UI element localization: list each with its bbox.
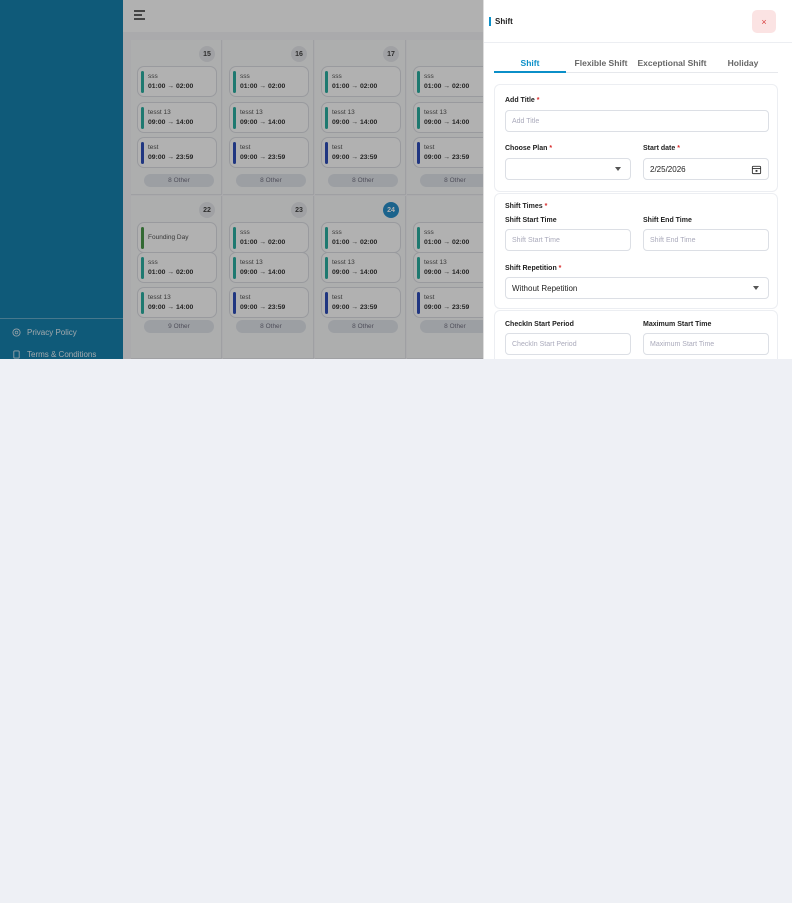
max-start-label: Maximum Start Time — [643, 321, 712, 328]
modal-backdrop[interactable] — [0, 0, 483, 359]
title-accent — [489, 17, 491, 26]
shift-times-label: Shift Times * — [505, 203, 548, 210]
repetition-select[interactable]: Without Repetition — [505, 277, 769, 299]
shift-end-label: Shift End Time — [643, 217, 692, 224]
close-button[interactable]: × — [752, 10, 776, 33]
choose-plan-select[interactable] — [505, 158, 631, 180]
shift-drawer: Shift × Shift Flexible Shift Exceptional… — [483, 0, 792, 359]
start-date-input[interactable]: 2/25/2026 — [643, 158, 769, 180]
max-start-input[interactable]: Maximum Start Time — [643, 333, 769, 355]
chevron-down-icon — [753, 286, 759, 290]
drawer-title: Shift — [495, 17, 513, 26]
calendar-icon[interactable] — [751, 164, 762, 175]
repetition-label: Shift Repetition * — [505, 265, 562, 272]
tab-flexible-shift[interactable]: Flexible Shift — [566, 58, 636, 68]
app-window: Privacy Policy Terms & Conditions 15 sss 0… — [0, 0, 792, 359]
checkin-input[interactable]: CheckIn Start Period — [505, 333, 631, 355]
shift-times-card: Shift Times * Shift Start Time Shift Sta… — [494, 193, 778, 309]
active-tab-indicator — [494, 71, 566, 73]
close-icon: × — [761, 16, 767, 27]
tab-shift[interactable]: Shift — [494, 58, 566, 68]
add-title-label: Add Title * — [505, 97, 540, 104]
start-date-label: Start date * — [643, 145, 680, 152]
add-title-input[interactable]: Add Title — [505, 110, 769, 132]
checkin-card: CheckIn Start Period CheckIn Start Perio… — [494, 310, 778, 359]
drawer-header: Shift × — [484, 0, 792, 43]
basic-info-card: Add Title * Add Title Choose Plan * Star… — [494, 84, 778, 192]
checkin-label: CheckIn Start Period — [505, 321, 574, 328]
shift-start-input[interactable]: Shift Start Time — [505, 229, 631, 251]
shift-start-label: Shift Start Time — [505, 217, 557, 224]
chevron-down-icon — [615, 167, 621, 171]
tab-holiday[interactable]: Holiday — [708, 58, 778, 68]
tab-exceptional-shift[interactable]: Exceptional Shift — [636, 58, 708, 68]
choose-plan-label: Choose Plan * — [505, 145, 553, 152]
shift-end-input[interactable]: Shift End Time — [643, 229, 769, 251]
